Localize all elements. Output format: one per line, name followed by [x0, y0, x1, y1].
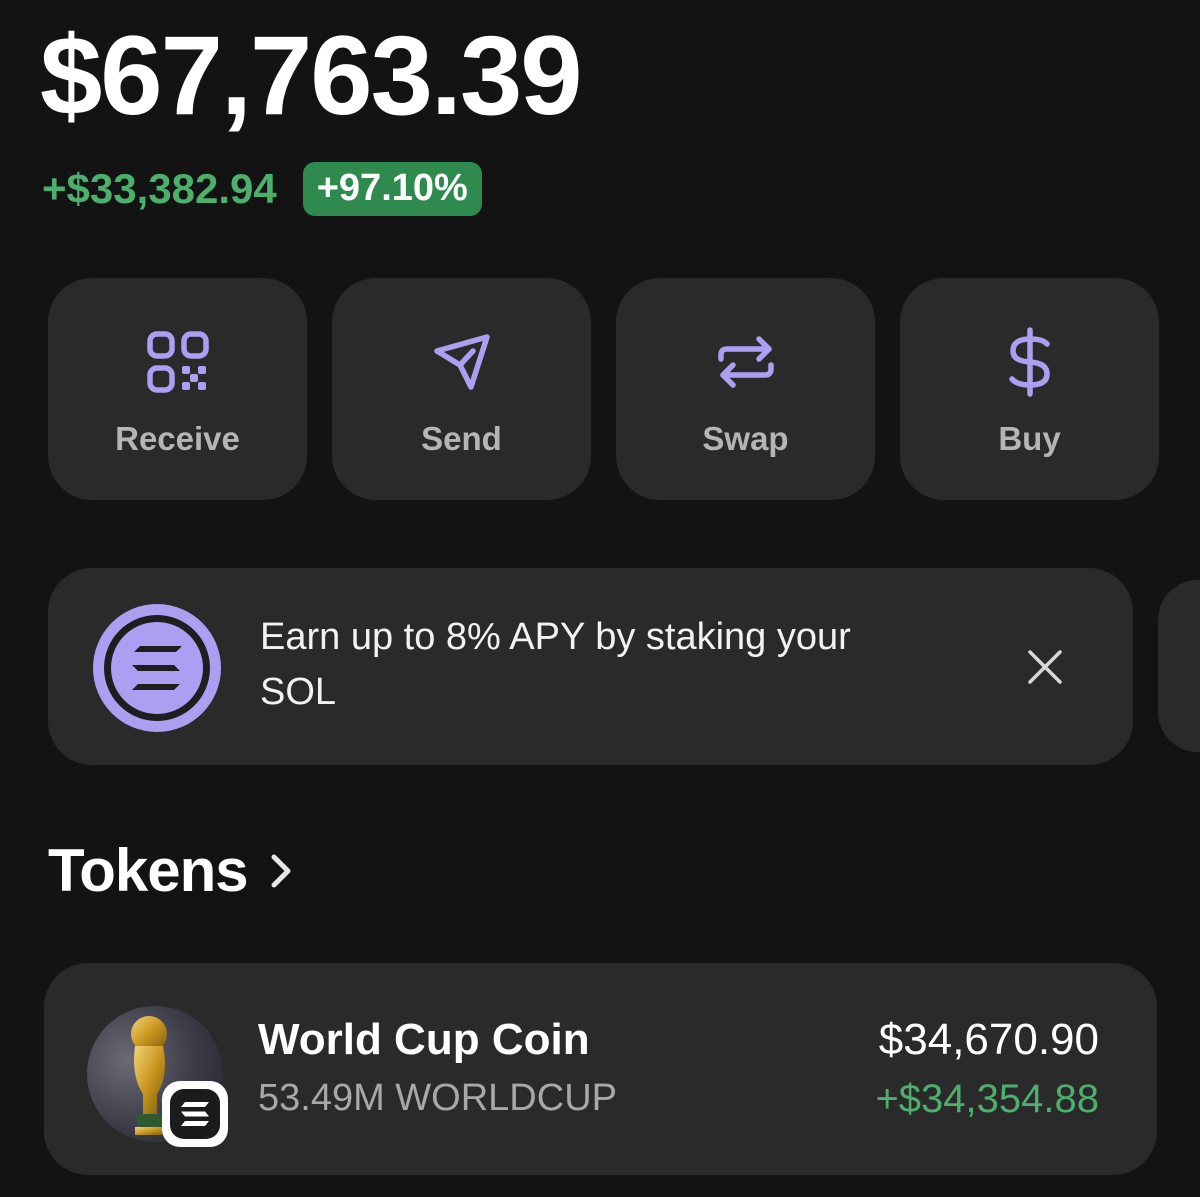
solana-logo-icon — [90, 601, 224, 735]
qr-code-icon — [142, 326, 214, 398]
total-balance: $67,763.39 — [40, 13, 583, 138]
action-buttons: Receive Send Swap Buy — [48, 278, 1159, 500]
solana-badge-icon — [162, 1081, 228, 1147]
wallet-home-screen: $67,763.39 +$33,382.94 +97.10% Receive S… — [0, 0, 1200, 1197]
receive-button[interactable]: Receive — [48, 278, 307, 500]
token-row-world-cup-coin[interactable]: World Cup Coin 53.49M WORLDCUP $34,670.9… — [44, 963, 1157, 1175]
token-amount: 53.49M WORLDCUP — [258, 1077, 617, 1119]
token-name: World Cup Coin — [258, 1015, 590, 1064]
swap-icon — [710, 326, 782, 398]
receive-label: Receive — [115, 420, 240, 457]
buy-button[interactable]: Buy — [900, 278, 1159, 500]
token-change: +$34,354.88 — [875, 1077, 1099, 1121]
buy-label: Buy — [998, 420, 1061, 457]
next-promo-card-peek[interactable] — [1158, 580, 1200, 752]
token-value: $34,670.90 — [878, 1015, 1099, 1064]
balance-change-row: +$33,382.94 +97.10% — [42, 160, 482, 218]
dollar-icon — [994, 326, 1066, 398]
send-icon — [426, 326, 498, 398]
swap-label: Swap — [702, 420, 789, 457]
swap-button[interactable]: Swap — [616, 278, 875, 500]
tokens-title: Tokens — [48, 837, 249, 904]
send-button[interactable]: Send — [332, 278, 591, 500]
close-icon[interactable] — [1024, 646, 1066, 688]
balance-change-amount: +$33,382.94 — [42, 165, 277, 212]
balance-change-percent-badge: +97.10% — [302, 162, 482, 216]
promo-text: Earn up to 8% APY by staking your SOL — [260, 616, 851, 713]
tokens-header[interactable]: Tokens — [48, 836, 296, 905]
staking-promo-banner[interactable]: Earn up to 8% APY by staking your SOL — [48, 568, 1133, 765]
send-label: Send — [421, 420, 502, 457]
chevron-right-icon — [266, 851, 296, 891]
